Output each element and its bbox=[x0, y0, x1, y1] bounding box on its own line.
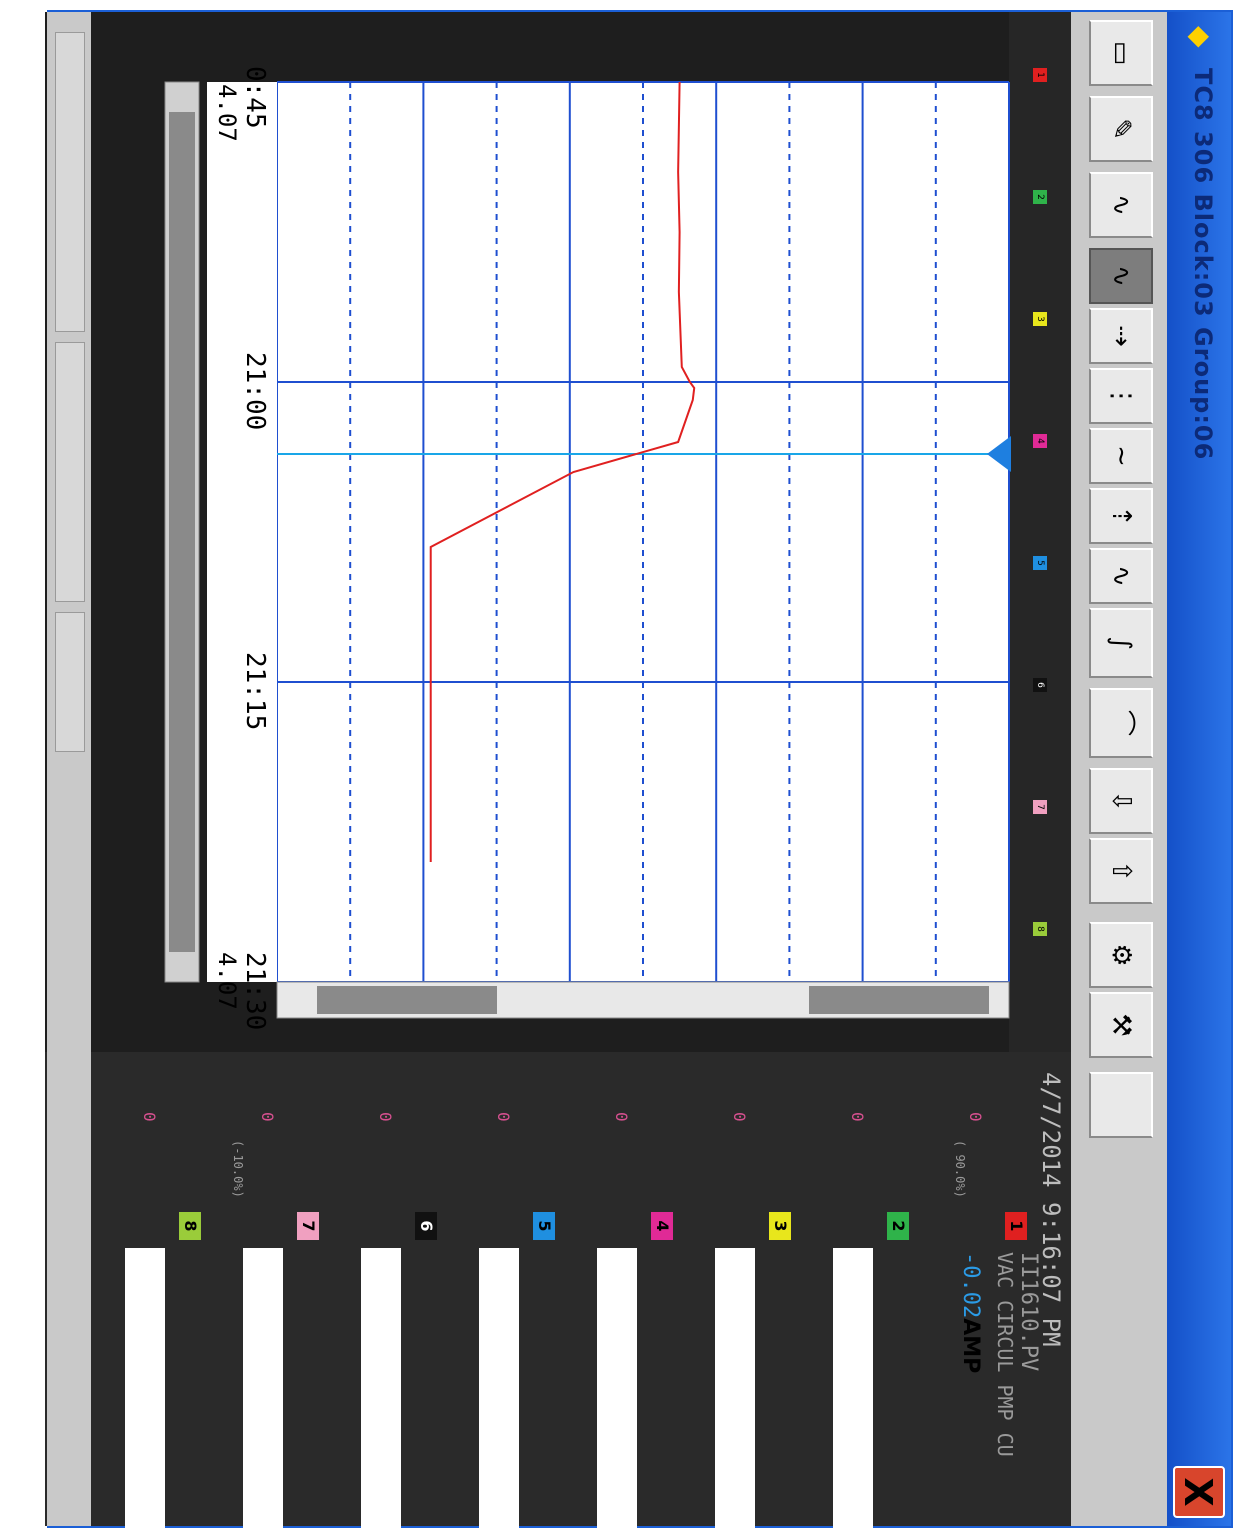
blank-button[interactable] bbox=[1089, 1072, 1153, 1138]
trend-reset-icon: ∫ bbox=[1106, 636, 1136, 650]
trend-window: ◆ TC8 306 Block:03 Group:06 X ▭ ✎ ∿ ∿ ⇢ ⋮ ∼ ⇡ ∿ ∫… bbox=[45, 10, 1233, 1528]
channel-6-badge[interactable]: 6 bbox=[415, 1212, 437, 1240]
legend-chip-channel-1-top: 1 bbox=[1033, 68, 1047, 82]
pen-button[interactable]: ✎ bbox=[1089, 96, 1153, 162]
legend-chip-channel-8-top: 8 bbox=[1033, 922, 1047, 936]
status-bar bbox=[47, 12, 91, 1526]
channel-2-badge[interactable]: 2 bbox=[887, 1212, 909, 1240]
settings-icon: ⚙ bbox=[1106, 943, 1136, 967]
trend-curve-button[interactable]: ⌒ bbox=[1089, 688, 1153, 758]
channel-panel: 4/7/2014 9:16:07 PM ( 90.0%) (-10.0%) 0 0… bbox=[45, 1052, 1071, 1528]
channel-1-description: VAC CIRCUL PMP CU bbox=[993, 1252, 1017, 1457]
channel-6-value-box bbox=[361, 1248, 401, 1528]
pen-icon: ✎ bbox=[1106, 118, 1136, 140]
trend-sine-icon: ∿ bbox=[1106, 565, 1136, 587]
channel-3-value-box bbox=[715, 1248, 755, 1528]
toolbar: ▭ ✎ ∿ ∿ ⇢ ⋮ ∼ ⇡ ∿ ∫ ⌒ ⇩ ⇧ ⚙ ⚒ bbox=[1071, 12, 1167, 1526]
export-button[interactable]: ⇩ bbox=[1089, 768, 1153, 834]
trend-chart: 0:4521:0021:1521:304.074.07 bbox=[164, 66, 1011, 1030]
channel-1-zero-label: 0 bbox=[966, 1112, 985, 1122]
legend-chip-channel-7-top: 7 bbox=[1033, 800, 1047, 814]
channel-2-value-box bbox=[833, 1248, 873, 1528]
channel-5-badge[interactable]: 5 bbox=[533, 1212, 555, 1240]
zoom-in-button[interactable]: ⇢ bbox=[1089, 308, 1153, 364]
trend-edit-button[interactable]: ∿ bbox=[1089, 172, 1153, 238]
channel-4-zero-label: 0 bbox=[612, 1112, 631, 1122]
trend-sine-button[interactable]: ∿ bbox=[1089, 548, 1153, 604]
zoom-out-icon: ⇡ bbox=[1106, 505, 1136, 527]
legend-chip-channel-3-top: 3 bbox=[1033, 312, 1047, 326]
channel-5-zero-label: 0 bbox=[494, 1112, 513, 1122]
time-axis-left-value: 4.07 bbox=[213, 84, 241, 142]
channel-6-zero-label: 0 bbox=[376, 1112, 395, 1122]
range-max-label: ( 90.0%) bbox=[953, 1140, 967, 1198]
status-field-1 bbox=[55, 32, 85, 332]
zoom-in-icon: ⇢ bbox=[1106, 325, 1136, 347]
close-button[interactable]: X bbox=[1173, 1466, 1225, 1518]
channel-1-badge[interactable]: 1 bbox=[1005, 1212, 1027, 1240]
print-icon: ▭ bbox=[1106, 40, 1136, 66]
trend-shift-button[interactable]: ∼ bbox=[1089, 428, 1153, 484]
time-tick-label: 0:45 bbox=[240, 66, 270, 129]
trend-spread-icon: ⋮ bbox=[1106, 383, 1136, 409]
trend-curve-icon: ⌒ bbox=[1106, 709, 1136, 736]
time-tick-label: 21:15 bbox=[240, 652, 270, 730]
channel-1-value: -0.02AMP bbox=[958, 1252, 983, 1373]
import-icon: ⇧ bbox=[1106, 860, 1136, 882]
channel-8-zero-label: 0 bbox=[140, 1112, 159, 1122]
trend-edit-icon: ∿ bbox=[1106, 194, 1136, 216]
trend-select-button[interactable]: ∿ bbox=[1089, 248, 1153, 304]
channel-1-unit: AMP bbox=[958, 1318, 983, 1374]
time-axis-strip bbox=[207, 82, 277, 982]
channel-7-badge[interactable]: 7 bbox=[297, 1212, 319, 1240]
legend-chip-channel-6-top: 6 bbox=[1033, 678, 1047, 692]
time-tick-label: 21:30 bbox=[240, 952, 270, 1030]
channel-8-badge[interactable]: 8 bbox=[179, 1212, 201, 1240]
trend-select-icon: ∿ bbox=[1106, 265, 1136, 287]
trend-shift-icon: ∼ bbox=[1106, 445, 1136, 467]
import-button[interactable]: ⇧ bbox=[1089, 838, 1153, 904]
time-axis-right-value: 4.07 bbox=[213, 952, 241, 1010]
trend-spread-button[interactable]: ⋮ bbox=[1089, 368, 1153, 424]
chart-area: 0:4521:0021:1521:304.074.07 112233445566… bbox=[45, 12, 1071, 1052]
value-scrollbar-thumb-bottom[interactable] bbox=[317, 986, 497, 1014]
legend-chip-channel-5-top: 5 bbox=[1033, 556, 1047, 570]
settings-button[interactable]: ⚙ bbox=[1089, 922, 1153, 988]
title-bar: ◆ TC8 306 Block:03 Group:06 X bbox=[1167, 12, 1231, 1526]
channel-4-value-box bbox=[597, 1248, 637, 1528]
channel-3-zero-label: 0 bbox=[730, 1112, 749, 1122]
channel-1-tag: II1610.PV bbox=[1016, 1252, 1041, 1372]
channel-2-zero-label: 0 bbox=[848, 1112, 867, 1122]
channel-7-zero-label: 0 bbox=[258, 1112, 277, 1122]
diamond-icon: ◆ bbox=[1184, 26, 1217, 48]
range-min-label: (-10.0%) bbox=[231, 1140, 245, 1198]
channel-5-value-box bbox=[479, 1248, 519, 1528]
channel-7-value-box bbox=[243, 1248, 283, 1528]
status-field-3 bbox=[55, 612, 85, 752]
time-tick-label: 21:00 bbox=[240, 352, 270, 430]
export-icon: ⇩ bbox=[1106, 790, 1136, 812]
window-title: TC8 306 Block:03 Group:06 bbox=[1189, 68, 1217, 461]
status-field-2 bbox=[55, 342, 85, 602]
legend-chip-channel-2-top: 2 bbox=[1033, 190, 1047, 204]
time-scrollbar-thumb[interactable] bbox=[169, 112, 195, 952]
value-scrollbar-thumb-top[interactable] bbox=[809, 986, 989, 1014]
tools-icon: ⚒ bbox=[1106, 1013, 1136, 1037]
trend-reset-button[interactable]: ∫ bbox=[1089, 608, 1153, 678]
tools-button[interactable]: ⚒ bbox=[1089, 992, 1153, 1058]
current-datetime: 4/7/2014 9:16:07 PM bbox=[1037, 1072, 1065, 1347]
channel-3-badge[interactable]: 3 bbox=[769, 1212, 791, 1240]
legend-chip-channel-4-top: 4 bbox=[1033, 434, 1047, 448]
print-button[interactable]: ▭ bbox=[1089, 20, 1153, 86]
channel-1-value-text: -0.02 bbox=[958, 1252, 983, 1319]
channel-8-value-box bbox=[125, 1248, 165, 1528]
channel-4-badge[interactable]: 4 bbox=[651, 1212, 673, 1240]
zoom-out-button[interactable]: ⇡ bbox=[1089, 488, 1153, 544]
